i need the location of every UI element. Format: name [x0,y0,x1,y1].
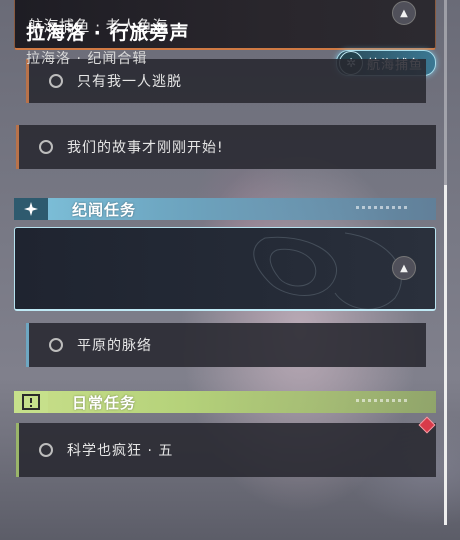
daily-quest-item[interactable]: 科学也疯狂 · 五 [16,423,436,477]
quest-card-subtitle: 拉海洛 · 纪闻合辑 [26,51,148,67]
quest-step-label: 科学也疯狂 · 五 [67,443,174,459]
section-title: 纪闻任务 [72,200,137,219]
section-header-daily: 日常任务 [14,391,436,413]
section-decoration [356,399,410,402]
circle-icon [39,443,53,457]
circle-icon [49,74,63,88]
scrollbar-thumb[interactable] [444,185,447,525]
quest-step-label: 我们的故事才刚刚开始! [67,140,224,156]
quest-step-item[interactable]: 平原的脉络 [26,323,426,367]
section-title: 日常任务 [72,393,137,412]
section-header-legend: 纪闻任务 [14,198,436,220]
quest-step-label: 只有我一人逃脱 [77,74,182,90]
circle-icon [49,338,63,352]
exclamation-icon [14,391,48,413]
sparkle-icon [14,198,48,220]
quest-card-title: 拉海洛 · 行旅旁声 [26,22,190,44]
quest-step-label: 平原的脉络 [77,338,152,354]
section-decoration [356,206,410,209]
chevron-up-icon[interactable]: ▲ [392,256,416,280]
topo-pattern [253,232,402,309]
circle-icon [39,140,53,154]
quest-card-legend[interactable] [14,227,436,311]
chevron-up-icon[interactable]: ▲ [392,1,416,25]
quest-step-item[interactable]: 我们的故事才刚刚开始! [16,125,436,169]
